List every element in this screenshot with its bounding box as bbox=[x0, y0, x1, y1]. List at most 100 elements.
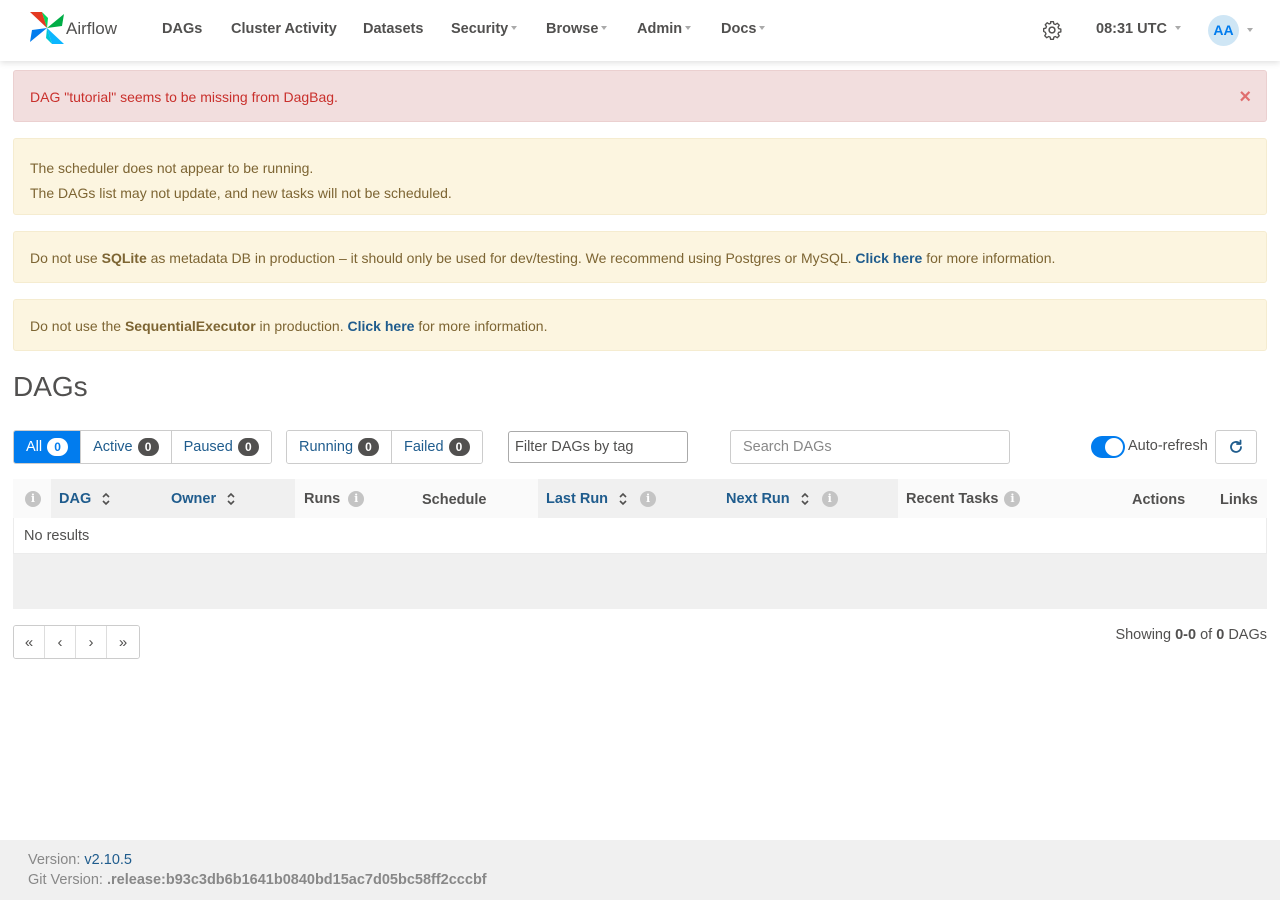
refresh-icon bbox=[1230, 439, 1242, 453]
scheduler-warning-line1: The scheduler does not appear to be runn… bbox=[30, 160, 314, 176]
gear-icon[interactable] bbox=[1042, 20, 1062, 40]
column-schedule: Schedule bbox=[422, 480, 486, 519]
nav-dags[interactable]: DAGs bbox=[162, 21, 202, 37]
nav-cluster-activity[interactable]: Cluster Activity bbox=[231, 21, 337, 37]
caret-down-icon bbox=[1174, 26, 1181, 31]
filter-active-label: Active bbox=[93, 439, 133, 455]
executor-warning-alert: Do not use the SequentialExecutor in pro… bbox=[13, 299, 1267, 351]
filter-paused-label: Paused bbox=[183, 439, 233, 455]
version-link[interactable]: v2.10.5 bbox=[84, 852, 132, 868]
showing-prefix: Showing bbox=[1115, 627, 1176, 643]
next-page-button[interactable]: › bbox=[76, 626, 107, 658]
column-runs: Runs i bbox=[304, 479, 365, 518]
airflow-logo[interactable] bbox=[28, 10, 66, 46]
first-page-button[interactable]: « bbox=[14, 626, 45, 658]
showing-of: of bbox=[1196, 627, 1217, 643]
clock-timezone-menu[interactable]: 08:31 UTC bbox=[1096, 21, 1181, 37]
dag-table-body: No results bbox=[13, 518, 1267, 554]
column-recent-tasks-label: Recent Tasks bbox=[906, 490, 999, 507]
nav-browse[interactable]: Browse bbox=[546, 21, 608, 37]
caret-down-icon bbox=[759, 26, 766, 31]
no-results-text: No results bbox=[24, 528, 90, 544]
filter-running-count: 0 bbox=[358, 438, 380, 456]
column-schedule-label: Schedule bbox=[422, 491, 487, 508]
tag-filter-input[interactable] bbox=[508, 431, 688, 463]
close-icon[interactable]: × bbox=[1239, 71, 1251, 123]
dag-table-header: i DAG Owner Runs i Schedule Last Run i N… bbox=[13, 479, 1267, 518]
info-icon[interactable]: i bbox=[348, 490, 365, 507]
git-hash: .release:b93c3db6b1641b0840bd15ac7d05bc5… bbox=[106, 872, 487, 888]
version-line: Version: v2.10.5 bbox=[28, 852, 132, 868]
column-dag[interactable]: DAG bbox=[59, 479, 111, 518]
info-icon[interactable]: i bbox=[640, 490, 657, 507]
column-last-run[interactable]: Last Run i bbox=[546, 479, 657, 518]
sqlite-warning-alert: Do not use SQLite as metadata DB in prod… bbox=[13, 231, 1267, 283]
last-page-button[interactable]: » bbox=[107, 626, 139, 658]
info-icon: i bbox=[25, 490, 41, 507]
sort-icon bbox=[227, 492, 235, 505]
top-navbar: Airflow DAGs Cluster Activity Datasets S… bbox=[0, 0, 1280, 61]
info-icon[interactable]: i bbox=[1004, 490, 1021, 507]
search-dags-input[interactable] bbox=[730, 430, 1010, 464]
executor-click-here-link[interactable]: Click here bbox=[348, 318, 415, 334]
filter-running-label: Running bbox=[299, 439, 354, 455]
column-actions: Actions bbox=[1132, 480, 1185, 519]
filter-failed-button[interactable]: Failed 0 bbox=[392, 431, 482, 463]
filter-all-button[interactable]: All 0 bbox=[14, 431, 82, 463]
filter-running-button[interactable]: Running 0 bbox=[287, 431, 393, 463]
executor-middle: in production. bbox=[255, 318, 348, 334]
version-label: Version: bbox=[28, 852, 85, 868]
filter-paused-count: 0 bbox=[237, 438, 259, 456]
caret-down-icon bbox=[511, 26, 518, 31]
showing-count: Showing 0-0 of 0 DAGs bbox=[1115, 627, 1267, 643]
caret-down-icon[interactable] bbox=[1247, 28, 1253, 32]
page-title: DAGs bbox=[13, 371, 88, 402]
prev-page-button[interactable]: ‹ bbox=[45, 626, 76, 658]
clock-time: 08:31 UTC bbox=[1096, 21, 1167, 37]
column-links-label: Links bbox=[1220, 491, 1258, 508]
pinwheel-logo-icon bbox=[30, 12, 64, 44]
nav-security[interactable]: Security bbox=[451, 21, 518, 37]
refresh-button[interactable] bbox=[1215, 430, 1257, 464]
column-next-run[interactable]: Next Run i bbox=[726, 479, 838, 518]
column-actions-label: Actions bbox=[1132, 491, 1186, 508]
column-runs-label: Runs bbox=[304, 490, 341, 507]
executor-bold: SequentialExecutor bbox=[124, 318, 256, 334]
status-filter-group: All 0 Active 0 Paused 0 bbox=[13, 430, 272, 464]
auto-refresh-toggle[interactable] bbox=[1091, 436, 1125, 458]
sort-icon bbox=[619, 492, 627, 505]
filter-active-button[interactable]: Active 0 bbox=[81, 431, 172, 463]
nav-browse-label: Browse bbox=[546, 21, 599, 37]
sqlite-suffix: for more information. bbox=[922, 250, 1056, 266]
run-state-filter-group: Running 0 Failed 0 bbox=[286, 430, 483, 464]
sqlite-middle: as metadata DB in production – it should… bbox=[146, 250, 856, 266]
filter-active-count: 0 bbox=[137, 438, 159, 456]
filter-paused-button[interactable]: Paused 0 bbox=[171, 431, 271, 463]
showing-range: 0-0 bbox=[1175, 627, 1197, 643]
sort-icon bbox=[801, 492, 809, 505]
column-links: Links bbox=[1220, 480, 1258, 519]
column-next-run-label: Next Run bbox=[726, 490, 790, 507]
brand-name[interactable]: Airflow bbox=[66, 19, 117, 39]
nav-docs[interactable]: Docs bbox=[721, 21, 766, 37]
filter-failed-label: Failed bbox=[404, 439, 444, 455]
column-owner[interactable]: Owner bbox=[171, 479, 236, 518]
pagination: « ‹ › » bbox=[13, 625, 140, 659]
alert-danger-text: DAG "tutorial" seems to be missing from … bbox=[30, 89, 338, 105]
nav-security-label: Security bbox=[451, 21, 509, 37]
dag-table-footer bbox=[13, 554, 1267, 609]
filter-failed-count: 0 bbox=[448, 438, 470, 456]
sqlite-click-here-link[interactable]: Click here bbox=[855, 250, 922, 266]
dag-missing-alert: DAG "tutorial" seems to be missing from … bbox=[13, 70, 1267, 122]
nav-admin[interactable]: Admin bbox=[637, 21, 692, 37]
filter-all-count: 0 bbox=[47, 438, 69, 456]
nav-datasets[interactable]: Datasets bbox=[363, 21, 423, 37]
caret-down-icon bbox=[601, 26, 608, 31]
executor-prefix: Do not use the bbox=[30, 318, 125, 334]
nav-docs-label: Docs bbox=[721, 21, 757, 37]
sort-icon bbox=[102, 492, 110, 505]
info-icon[interactable]: i bbox=[821, 490, 838, 507]
toggle-column-info[interactable]: i bbox=[25, 479, 41, 518]
user-avatar[interactable]: AA bbox=[1208, 15, 1239, 46]
page-footer: Version: v2.10.5 Git Version: .release:b… bbox=[0, 840, 1280, 900]
